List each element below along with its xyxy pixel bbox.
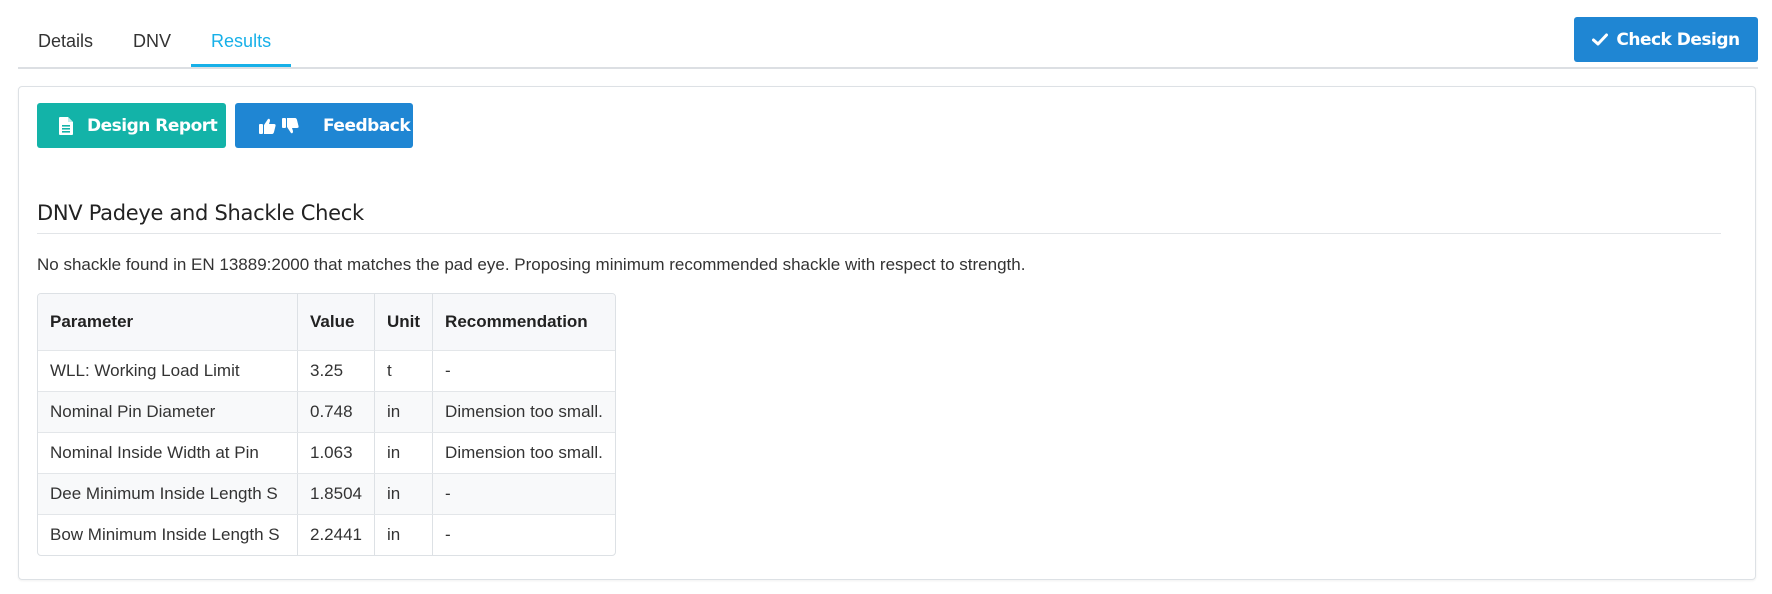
- top-bar: Details DNV Results Check Design: [18, 0, 1758, 69]
- recommendation-cell: -: [445, 525, 451, 544]
- result-message: No shackle found in EN 13889:2000 that m…: [37, 255, 1026, 274]
- tab-dnv[interactable]: DNV: [113, 0, 191, 65]
- unit-cell: in: [374, 473, 434, 515]
- tab-results[interactable]: Results: [191, 0, 292, 67]
- check-icon: [1592, 33, 1609, 46]
- table-row: Bow Minimum Inside Length S 2.2441 in -: [38, 514, 615, 555]
- table-header-row: Parameter Value Unit Recommendation: [38, 294, 615, 351]
- design-report-button[interactable]: Design Report: [37, 103, 226, 148]
- parameter-cell: Nominal Inside Width at Pin: [38, 432, 298, 474]
- value-cell: 0.748: [297, 391, 375, 433]
- results-table: Parameter Value Unit Recommendation WLL:…: [37, 293, 616, 556]
- tab-details[interactable]: Details: [18, 0, 113, 65]
- parameter-cell: Dee Minimum Inside Length S: [38, 473, 298, 515]
- check-design-label: Check Design: [1616, 29, 1740, 50]
- column-header-value: Value: [297, 294, 375, 351]
- unit-cell: t: [374, 350, 434, 392]
- check-design-button[interactable]: Check Design: [1574, 17, 1758, 62]
- column-header-parameter: Parameter: [38, 294, 298, 351]
- results-panel: Design Report Feedback DNV Padeye and Sh…: [18, 86, 1756, 580]
- parameter-cell: Nominal Pin Diameter: [38, 391, 298, 433]
- thumbs-up-icon: [259, 118, 276, 134]
- recommendation-cell: Dimension too small.: [432, 432, 615, 474]
- column-header-unit: Unit: [374, 294, 434, 351]
- thumbs-down-icon: [282, 117, 299, 134]
- value-cell: 1.063: [297, 432, 375, 474]
- parameter-cell: Bow Minimum Inside Length S: [38, 514, 298, 555]
- design-report-label: Design Report: [87, 115, 218, 136]
- value-cell: 2.2441: [297, 514, 375, 555]
- recommendation-cell: Dimension too small.: [432, 391, 615, 433]
- table-row: WLL: Working Load Limit 3.25 t -: [38, 350, 615, 392]
- feedback-button[interactable]: Feedback: [235, 103, 413, 148]
- unit-cell: in: [374, 514, 434, 555]
- parameter-cell: WLL: Working Load Limit: [38, 350, 298, 392]
- action-buttons: Design Report Feedback: [37, 103, 413, 148]
- unit-cell: in: [374, 432, 434, 474]
- table-row: Nominal Pin Diameter 0.748 in Dimension …: [38, 391, 615, 433]
- recommendation-cell: -: [432, 473, 615, 515]
- table-row: Dee Minimum Inside Length S 1.8504 in -: [38, 473, 615, 515]
- feedback-label: Feedback: [323, 115, 411, 136]
- document-icon: [59, 116, 73, 135]
- tab-bar: Details DNV Results: [18, 0, 292, 67]
- column-header-recommendation: Recommendation: [432, 294, 615, 351]
- unit-cell: in: [374, 391, 434, 433]
- recommendation-cell: -: [432, 350, 615, 392]
- value-cell: 3.25: [297, 350, 375, 392]
- value-cell: 1.8504: [297, 473, 375, 515]
- table-row: Nominal Inside Width at Pin 1.063 in Dim…: [38, 432, 615, 474]
- section-title: DNV Padeye and Shackle Check: [37, 201, 1721, 234]
